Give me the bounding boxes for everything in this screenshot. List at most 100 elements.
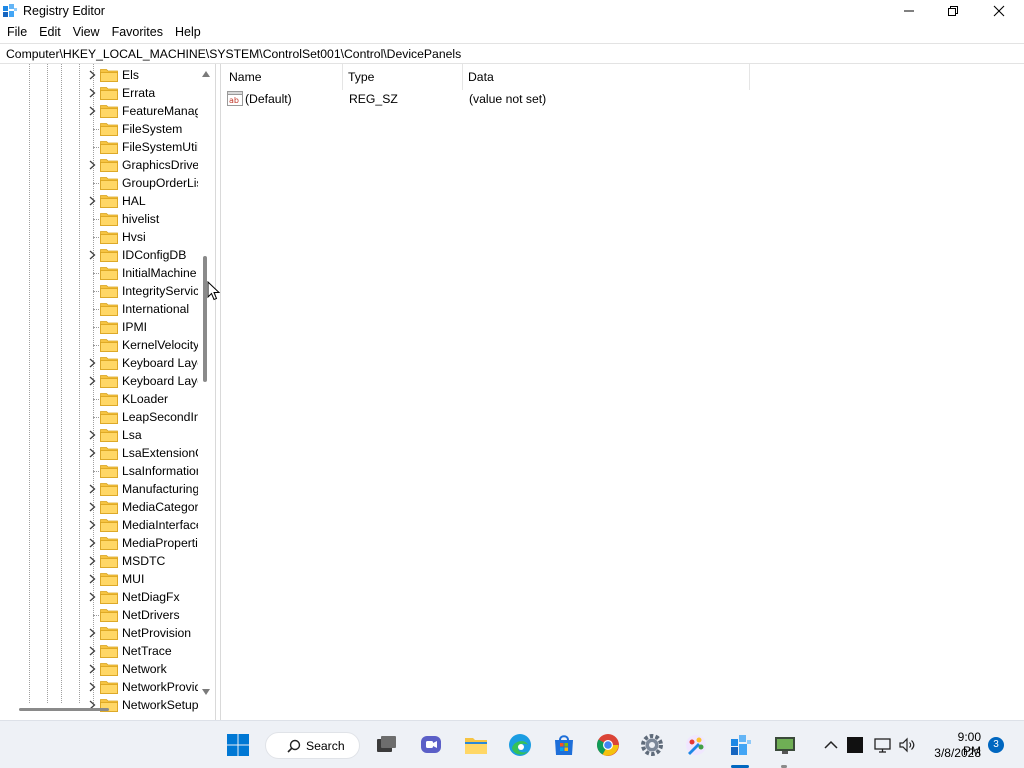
expand-chevron-icon[interactable] <box>86 573 98 585</box>
clock-date[interactable]: 3/8/2023 <box>931 746 981 760</box>
menu-favorites[interactable]: Favorites <box>106 22 169 43</box>
windows-start-icon[interactable] <box>226 733 250 757</box>
settings-gear-icon[interactable] <box>640 733 664 757</box>
menu-help[interactable]: Help <box>169 22 207 43</box>
expand-chevron-icon[interactable] <box>86 447 98 459</box>
network-icon[interactable] <box>873 735 893 755</box>
tree-connector-line <box>93 219 99 220</box>
expand-chevron-icon[interactable] <box>86 375 98 387</box>
minimize-button[interactable] <box>886 0 932 22</box>
folder-icon <box>100 285 118 298</box>
expand-chevron-icon[interactable] <box>86 357 98 369</box>
expand-chevron-icon[interactable] <box>86 483 98 495</box>
microsoft-store-icon[interactable] <box>552 733 576 757</box>
tree-item[interactable]: Hvsi <box>0 228 198 246</box>
paint-app-icon[interactable] <box>684 733 708 757</box>
tree-item[interactable]: Lsa <box>0 426 198 444</box>
tree-item[interactable]: MediaInterface <box>0 516 198 534</box>
tree-item[interactable]: International <box>0 300 198 318</box>
key-tree-pane[interactable]: Els Errata FeatureManag FileSystem FileSyste… <box>0 64 216 720</box>
tree-item[interactable]: IDConfigDB <box>0 246 198 264</box>
address-path[interactable]: Computer\HKEY_LOCAL_MACHINE\SYSTEM\Contr… <box>6 47 461 61</box>
close-button[interactable] <box>976 0 1022 22</box>
expand-chevron-icon[interactable] <box>86 87 98 99</box>
tree-item[interactable]: MediaCategor <box>0 498 198 516</box>
tree-item[interactable]: LsaExtensionC <box>0 444 198 462</box>
chrome-browser-icon[interactable] <box>596 733 620 757</box>
taskbar-search-button[interactable]: Search <box>265 732 360 759</box>
edge-browser-icon[interactable] <box>508 733 532 757</box>
folder-icon <box>100 645 118 658</box>
volume-icon[interactable] <box>897 735 917 755</box>
column-header-data[interactable]: Data <box>463 64 750 90</box>
tree-item[interactable]: hivelist <box>0 210 198 228</box>
tree-item[interactable]: NetTrace <box>0 642 198 660</box>
expand-chevron-icon[interactable] <box>86 105 98 117</box>
tree-item[interactable]: HAL <box>0 192 198 210</box>
values-list-pane[interactable]: Name Type Data ab (Default) REG_SZ (valu… <box>220 64 1024 720</box>
remote-desktop-icon[interactable] <box>773 733 797 757</box>
registry-editor-app-icon <box>3 4 17 17</box>
tree-item[interactable]: Keyboard Layo <box>0 372 198 390</box>
expand-chevron-icon[interactable] <box>86 555 98 567</box>
expand-chevron-icon[interactable] <box>86 537 98 549</box>
tree-item[interactable]: IPMI <box>0 318 198 336</box>
tree-item[interactable]: NetworkProvid <box>0 678 198 696</box>
tree-item-label: hivelist <box>122 212 160 226</box>
tree-item[interactable]: Errata <box>0 84 198 102</box>
registry-editor-taskbar-icon[interactable] <box>729 733 753 757</box>
tree-item[interactable]: KernelVelocity <box>0 336 198 354</box>
tree-item[interactable]: Network <box>0 660 198 678</box>
expand-chevron-icon[interactable] <box>86 591 98 603</box>
tree-item[interactable]: InitialMachine <box>0 264 198 282</box>
expand-chevron-icon[interactable] <box>86 519 98 531</box>
expand-chevron-icon[interactable] <box>86 645 98 657</box>
column-header-type[interactable]: Type <box>343 64 463 90</box>
tree-item[interactable]: KLoader <box>0 390 198 408</box>
folder-icon <box>100 177 118 190</box>
tree-item[interactable]: GroupOrderLis <box>0 174 198 192</box>
tray-app-icon[interactable] <box>845 735 865 755</box>
show-hidden-icons-chevron-icon[interactable] <box>821 735 841 755</box>
column-header-name[interactable]: Name <box>221 64 343 90</box>
tree-item[interactable]: LsaInformation <box>0 462 198 480</box>
expand-chevron-icon[interactable] <box>86 69 98 81</box>
chat-icon[interactable] <box>419 733 443 757</box>
menu-view[interactable]: View <box>67 22 106 43</box>
tree-item[interactable]: NetDiagFx <box>0 588 198 606</box>
value-row[interactable]: ab (Default) REG_SZ (value not set) <box>221 90 1021 108</box>
tree-item[interactable]: FileSystemUtil <box>0 138 198 156</box>
expand-chevron-icon[interactable] <box>86 195 98 207</box>
tree-item-label: MSDTC <box>122 554 166 568</box>
notification-count-badge[interactable]: 3 <box>988 737 1004 753</box>
tree-item[interactable]: Els <box>0 66 198 84</box>
tree-item[interactable]: MediaProperti <box>0 534 198 552</box>
expand-chevron-icon[interactable] <box>86 429 98 441</box>
tree-item[interactable]: NetDrivers <box>0 606 198 624</box>
tree-item[interactable]: FileSystem <box>0 120 198 138</box>
expand-chevron-icon[interactable] <box>86 627 98 639</box>
tree-item[interactable]: MSDTC <box>0 552 198 570</box>
menu-file[interactable]: File <box>0 22 33 43</box>
tree-item[interactable]: FeatureManag <box>0 102 198 120</box>
task-view-icon[interactable] <box>374 733 398 757</box>
tree-item[interactable]: Manufacturing <box>0 480 198 498</box>
tree-connector-line <box>93 129 99 130</box>
tree-item[interactable]: Keyboard Layo <box>0 354 198 372</box>
tree-item[interactable]: NetProvision <box>0 624 198 642</box>
expand-chevron-icon[interactable] <box>86 501 98 513</box>
tree-vertical-scrollbar[interactable] <box>199 64 213 704</box>
expand-chevron-icon[interactable] <box>86 249 98 261</box>
expand-chevron-icon[interactable] <box>86 159 98 171</box>
restore-button[interactable] <box>930 0 976 22</box>
tree-item[interactable]: GraphicsDriver <box>0 156 198 174</box>
expand-chevron-icon[interactable] <box>86 663 98 675</box>
menu-edit[interactable]: Edit <box>33 22 67 43</box>
tree-horizontal-scrollbar[interactable] <box>0 704 215 720</box>
address-bar[interactable]: Computer\HKEY_LOCAL_MACHINE\SYSTEM\Contr… <box>0 43 1024 64</box>
tree-item[interactable]: MUI <box>0 570 198 588</box>
expand-chevron-icon[interactable] <box>86 681 98 693</box>
tree-item[interactable]: IntegrityServic <box>0 282 198 300</box>
tree-item[interactable]: LeapSecondInf <box>0 408 198 426</box>
file-explorer-icon[interactable] <box>464 733 488 757</box>
